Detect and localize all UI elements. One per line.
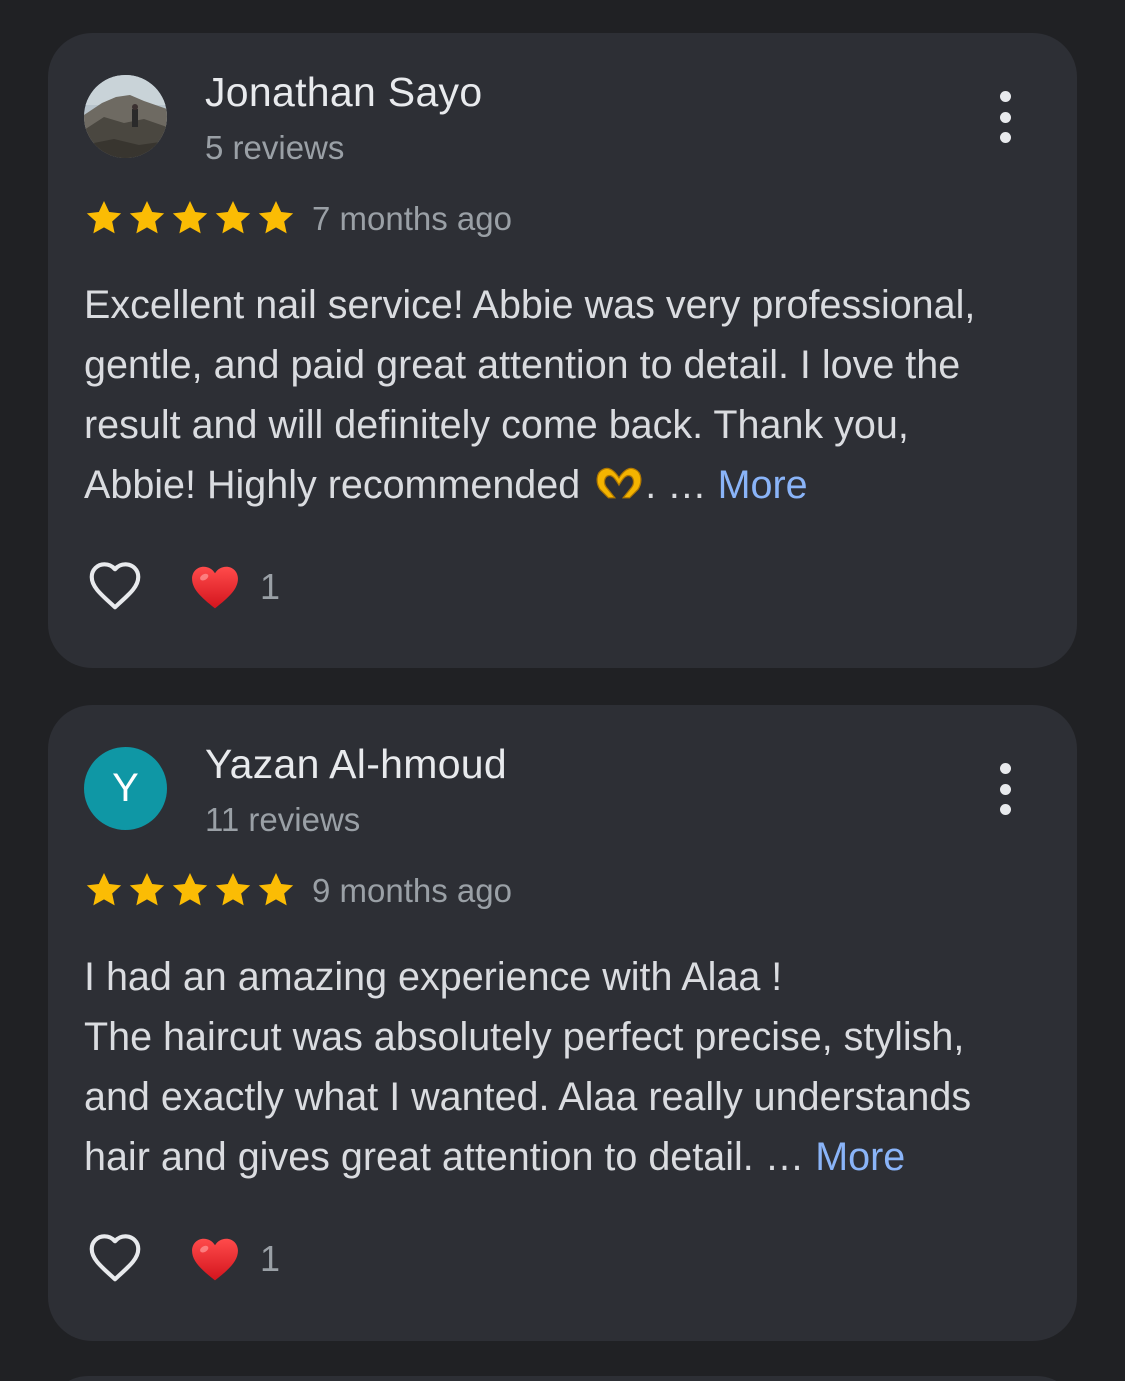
like-button[interactable] [84, 1226, 146, 1288]
more-vert-icon [999, 763, 1011, 774]
review-time: 9 months ago [312, 872, 512, 909]
star-icon [256, 870, 296, 910]
review-text-line: hair and gives great attention to detail… [84, 1135, 754, 1179]
star-icon [84, 198, 124, 238]
heart-outline-icon [84, 554, 146, 616]
review-text-line: gentle, and paid great attention to deta… [84, 343, 961, 387]
star-icon [127, 198, 167, 238]
review-text-line: I had an amazing experience with Alaa ! [84, 955, 783, 999]
more-vert-icon-dot [999, 132, 1011, 143]
reviewer-name[interactable]: Jonathan Sayo [205, 69, 482, 116]
review-text-last-line: hair and gives great attention to detail… [84, 1127, 1054, 1187]
red-heart-icon [188, 560, 242, 614]
more-options-button[interactable] [982, 91, 1028, 143]
review-time: 7 months ago [312, 200, 512, 237]
review-text-ellipsis: … [753, 1135, 816, 1179]
star-icon [170, 870, 210, 910]
more-options-button[interactable] [982, 763, 1028, 815]
star-icon [127, 870, 167, 910]
star-rating [84, 198, 299, 238]
review-text-line: Abbie! Highly recommended [84, 463, 581, 507]
heart-outline-icon [84, 1226, 146, 1288]
reviews-list: Jonathan Sayo 5 reviews 7 months ago Exc… [0, 0, 1125, 1381]
star-icon [256, 198, 296, 238]
review-text-last-line: Abbie! Highly recommended . … More [84, 455, 1054, 515]
review-text-line: Excellent nail service! Abbie was very p… [84, 283, 976, 327]
heart-hands-icon [593, 464, 645, 502]
more-vert-icon [999, 91, 1011, 102]
star-icon [84, 870, 124, 910]
reviewer-avatar[interactable] [84, 75, 167, 158]
reaction-count: 1 [260, 1238, 281, 1279]
more-link[interactable]: More [815, 1135, 905, 1179]
review-text-ellipsis: . … [645, 463, 718, 507]
more-vert-icon-dot [999, 111, 1011, 123]
review-text: Excellent nail service! Abbie was very p… [84, 275, 1054, 515]
reviewer-avatar[interactable]: Y [84, 747, 167, 830]
reviewer-review-count: 11 reviews [205, 801, 361, 838]
review-text: I had an amazing experience with Alaa ! … [84, 947, 1054, 1187]
review-text-line: The haircut was absolutely perfect preci… [84, 1015, 965, 1059]
reviewer-name[interactable]: Yazan Al-hmoud [205, 741, 507, 788]
reaction-count: 1 [260, 566, 281, 607]
review-text-line: result and will definitely come back. Th… [84, 403, 909, 447]
next-review-card [48, 1376, 1077, 1381]
review-card: Y Yazan Al-hmoud 11 reviews 9 months ago… [48, 705, 1077, 1341]
star-icon [213, 870, 253, 910]
star-icon [170, 198, 210, 238]
star-icon [213, 198, 253, 238]
star-rating [84, 870, 299, 910]
review-card: Jonathan Sayo 5 reviews 7 months ago Exc… [48, 33, 1077, 668]
red-heart-icon [188, 1232, 242, 1286]
reviewer-review-count: 5 reviews [205, 129, 345, 166]
more-vert-icon-dot [999, 783, 1011, 795]
more-vert-icon-dot [999, 804, 1011, 815]
like-button[interactable] [84, 554, 146, 616]
more-link[interactable]: More [718, 463, 808, 507]
reaction-summary[interactable]: 1 [188, 559, 280, 615]
reaction-summary[interactable]: 1 [188, 1231, 280, 1287]
review-text-line: and exactly what I wanted. Alaa really u… [84, 1075, 972, 1119]
